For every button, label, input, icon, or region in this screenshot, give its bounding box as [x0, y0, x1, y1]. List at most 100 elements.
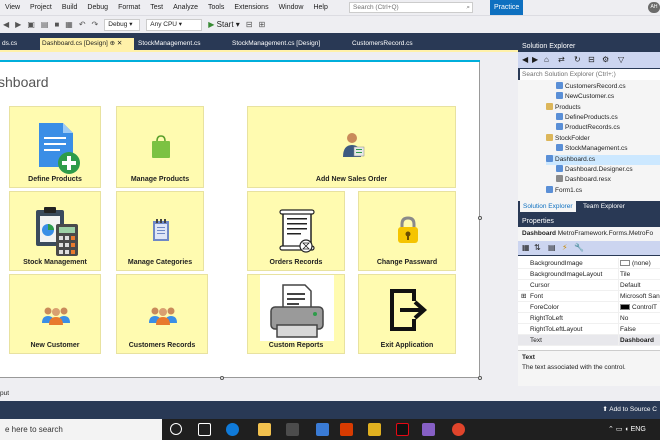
search-input[interactable]: Search (Ctrl+Q) ⌕	[349, 2, 473, 13]
tile-orders-records[interactable]: Orders Records	[247, 191, 345, 271]
se-collapse-icon[interactable]: ⊟	[588, 55, 595, 64]
categorized-icon[interactable]: ▦	[522, 243, 530, 252]
property-row[interactable]: RightToLeftLayout False	[518, 324, 660, 335]
close-icon[interactable]: ✕	[117, 40, 122, 47]
tile-manage-products[interactable]: Manage Products	[116, 106, 204, 188]
output-tab[interactable]: put	[0, 386, 660, 401]
se-forward-icon[interactable]: ▶	[532, 55, 538, 64]
se-sync-icon[interactable]: ⇄	[558, 55, 565, 64]
se-back-icon[interactable]: ◀	[522, 55, 528, 64]
open-icon[interactable]: ▤	[38, 20, 52, 29]
save-all-icon[interactable]: ▦	[62, 20, 76, 29]
property-row[interactable]: BackgroundImage (none)	[518, 258, 660, 269]
menu-tools[interactable]: Tools	[203, 4, 229, 11]
tree-item-defineproducts[interactable]: DefineProducts.cs	[556, 113, 618, 123]
edge-icon[interactable]	[226, 423, 239, 436]
back-icon[interactable]: ◀	[0, 20, 12, 29]
se-home-icon[interactable]: ⌂	[544, 55, 549, 64]
tree-item-customersrecord[interactable]: CustomersRecord.cs	[556, 82, 626, 92]
tab-customersrecord[interactable]: CustomersRecord.cs	[350, 38, 440, 50]
property-value[interactable]: Tile	[618, 269, 660, 280]
tab-team-explorer[interactable]: Team Explorer	[580, 201, 628, 212]
menu-project[interactable]: Project	[25, 4, 57, 11]
pin-icon[interactable]: ⊕	[110, 40, 115, 47]
platform-dropdown[interactable]: Any CPU ▾	[146, 18, 203, 31]
tile-custom-reports[interactable]: Custom Reports	[247, 274, 345, 354]
start-button[interactable]: ▶ Start ▾	[205, 20, 243, 29]
menu-view[interactable]: View	[0, 4, 25, 11]
teams-icon[interactable]	[316, 423, 329, 436]
properties-object-selector[interactable]: Dashboard MetroFramework.Forms.MetroFo	[518, 227, 660, 241]
tray-chevron-icon[interactable]: ⌃	[608, 426, 614, 433]
undo-icon[interactable]: ↶	[76, 20, 89, 29]
tree-item-dashboard[interactable]: Dashboard.cs	[546, 155, 660, 165]
tree-item-stockmanagement[interactable]: StockManagement.cs	[556, 144, 628, 154]
property-row[interactable]: ⊞ Font Microsoft San	[518, 291, 660, 302]
tree-item-form1[interactable]: Form1.cs	[546, 186, 582, 196]
toolbar-extra-icon[interactable]: ⊟	[243, 20, 256, 29]
volume-icon[interactable]: ◖	[624, 426, 628, 433]
property-value[interactable]: Microsoft San	[618, 291, 660, 302]
add-to-source-control[interactable]: ⬆ Add to Source C	[602, 405, 657, 413]
menu-debug[interactable]: Debug	[82, 4, 113, 11]
task-view-icon[interactable]	[198, 423, 211, 436]
menu-test[interactable]: Test	[145, 4, 168, 11]
properties-view-icon[interactable]: ▤	[548, 243, 556, 252]
events-icon[interactable]: ⚡	[562, 243, 568, 252]
property-row[interactable]: BackgroundImageLayout Tile	[518, 269, 660, 280]
tile-customers-records[interactable]: Customers Records	[116, 274, 208, 354]
resize-handle-bottom[interactable]	[220, 376, 224, 380]
tab-stockmanagement[interactable]: StockManagement.cs	[136, 38, 228, 50]
property-value[interactable]: False	[618, 324, 660, 335]
se-refresh-icon[interactable]: ↻	[574, 55, 581, 64]
tree-item-products-folder[interactable]: Products	[546, 103, 581, 113]
tree-item-stockfolder[interactable]: StockFolder	[546, 134, 590, 144]
property-value[interactable]: No	[618, 313, 660, 324]
netflix-icon[interactable]	[396, 423, 409, 436]
avatar[interactable]: AH	[648, 2, 660, 13]
tab-dashboard-design[interactable]: Dashboard.cs [Design] ⊕ ✕	[40, 38, 134, 50]
visual-studio-icon[interactable]	[422, 423, 435, 436]
property-row-selected[interactable]: Text Dashboard	[518, 335, 660, 346]
menu-help[interactable]: Help	[308, 4, 332, 11]
solution-explorer-search[interactable]: Search Solution Explorer (Ctrl+;)	[520, 69, 660, 80]
property-value[interactable]: Dashboard	[618, 335, 660, 346]
tree-item-newcustomer[interactable]: NewCustomer.cs	[556, 92, 614, 102]
tile-exit-application[interactable]: Exit Application	[358, 274, 456, 354]
tile-change-passward[interactable]: Change Passward	[358, 191, 456, 271]
property-value[interactable]: ControlT	[618, 302, 660, 313]
store-icon[interactable]	[286, 423, 299, 436]
toolbar-extra2-icon[interactable]: ⊞	[256, 20, 269, 29]
resize-handle-corner[interactable]	[478, 376, 482, 380]
save-icon[interactable]: ■	[51, 20, 62, 29]
taskbar-search-input[interactable]: e here to search	[0, 419, 162, 440]
tree-item-dashboard-resx[interactable]: Dashboard.resx	[556, 175, 611, 185]
tab-ds[interactable]: ds.cs	[0, 38, 38, 50]
tile-add-new-sales-order[interactable]: Add New Sales Order	[247, 106, 456, 188]
menu-build[interactable]: Build	[57, 4, 83, 11]
menu-window[interactable]: Window	[274, 4, 309, 11]
tile-new-customer[interactable]: New Customer	[9, 274, 101, 354]
sticky-notes-icon[interactable]	[368, 423, 381, 436]
alphabetical-icon[interactable]: ⇅	[534, 243, 541, 252]
chrome-icon[interactable]	[452, 423, 465, 436]
tab-solution-explorer[interactable]: Solution Explorer	[520, 201, 576, 212]
tile-stock-management[interactable]: Stock Management	[9, 191, 101, 271]
redo-icon[interactable]: ↷	[89, 20, 102, 29]
menu-format[interactable]: Format	[113, 4, 145, 11]
property-row[interactable]: ForeColor ControlT	[518, 302, 660, 313]
property-pages-icon[interactable]: 🔧	[574, 243, 584, 252]
cortana-icon[interactable]	[170, 423, 182, 435]
new-item-icon[interactable]: ▣	[24, 20, 38, 29]
tab-stockmanagement-design[interactable]: StockManagement.cs [Design]	[230, 38, 348, 50]
forward-icon[interactable]: ▶	[12, 20, 24, 29]
tree-item-dashboard-designer[interactable]: Dashboard.Designer.cs	[556, 165, 633, 175]
tile-manage-categories[interactable]: Manage Categories	[116, 191, 204, 271]
property-value[interactable]: Default	[618, 280, 660, 291]
property-row[interactable]: Cursor Default	[518, 280, 660, 291]
tree-item-productrecords[interactable]: ProductRecords.cs	[556, 123, 620, 133]
menu-analyze[interactable]: Analyze	[168, 4, 203, 11]
se-properties-icon[interactable]: ⚙	[602, 55, 609, 64]
language-indicator[interactable]: ENG	[631, 426, 646, 433]
network-icon[interactable]: ▭	[616, 426, 623, 433]
